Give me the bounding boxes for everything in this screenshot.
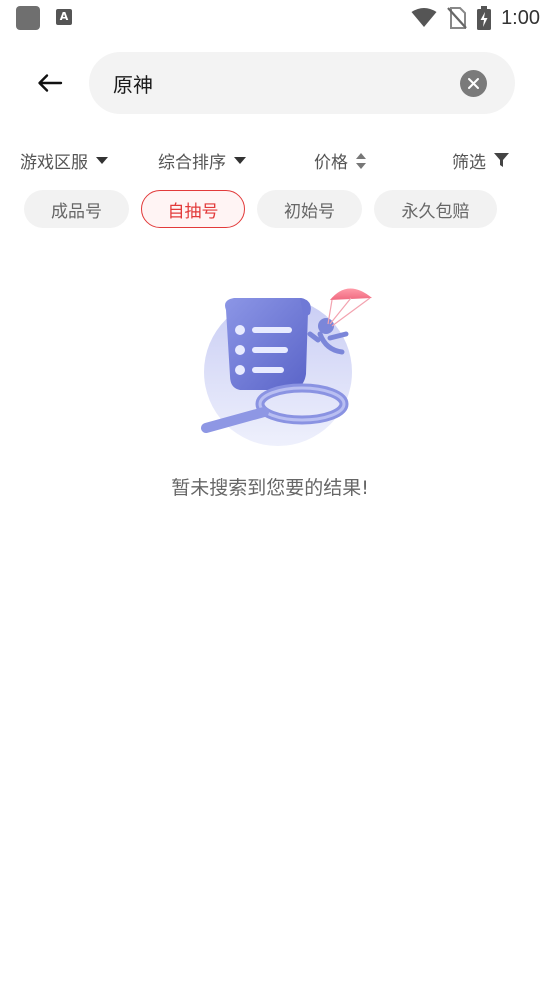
back-button[interactable]	[28, 64, 72, 102]
wifi-icon	[411, 8, 437, 27]
status-time: 1:00	[501, 6, 540, 29]
filter-screen[interactable]: 筛选	[452, 148, 509, 173]
search-box[interactable]: 原神	[89, 52, 515, 114]
caret-down-icon	[234, 156, 246, 164]
chip-finished-account[interactable]: 成品号	[24, 190, 129, 228]
arrow-left-icon	[38, 74, 63, 92]
no-sim-icon	[447, 7, 467, 29]
search-input[interactable]: 原神	[113, 69, 153, 98]
filter-screen-label: 筛选	[452, 153, 486, 173]
filter-server-label: 游戏区服	[20, 153, 88, 173]
filter-price-label: 价格	[314, 153, 348, 173]
clear-search-button[interactable]	[460, 70, 487, 97]
chip-initial-account[interactable]: 初始号	[257, 190, 362, 228]
empty-state-message: 暂未搜索到您要的结果!	[171, 477, 369, 499]
chip-group: 成品号 自抽号 初始号 永久包赔	[0, 190, 552, 228]
filter-server[interactable]: 游戏区服	[20, 148, 108, 173]
a-text-icon: A	[56, 9, 72, 25]
empty-search-illustration	[201, 288, 372, 446]
filter-price[interactable]: 价格	[314, 148, 366, 173]
app-square-icon	[16, 6, 40, 30]
battery-charging-icon	[477, 6, 492, 30]
status-bar-right: 1:00	[411, 5, 540, 31]
sort-updown-icon	[356, 152, 366, 169]
funnel-icon	[494, 153, 509, 167]
chip-self-draw-account[interactable]: 自抽号	[141, 190, 245, 228]
filter-sort-label: 综合排序	[158, 153, 226, 173]
filter-bar: 游戏区服 综合排序 价格 筛选	[0, 144, 552, 176]
clear-circle-icon	[468, 78, 479, 89]
caret-down-icon	[96, 156, 108, 164]
status-bar: A 1:00	[0, 0, 552, 36]
filter-sort[interactable]: 综合排序	[158, 148, 246, 173]
chip-permanent-guarantee[interactable]: 永久包赔	[374, 190, 497, 228]
